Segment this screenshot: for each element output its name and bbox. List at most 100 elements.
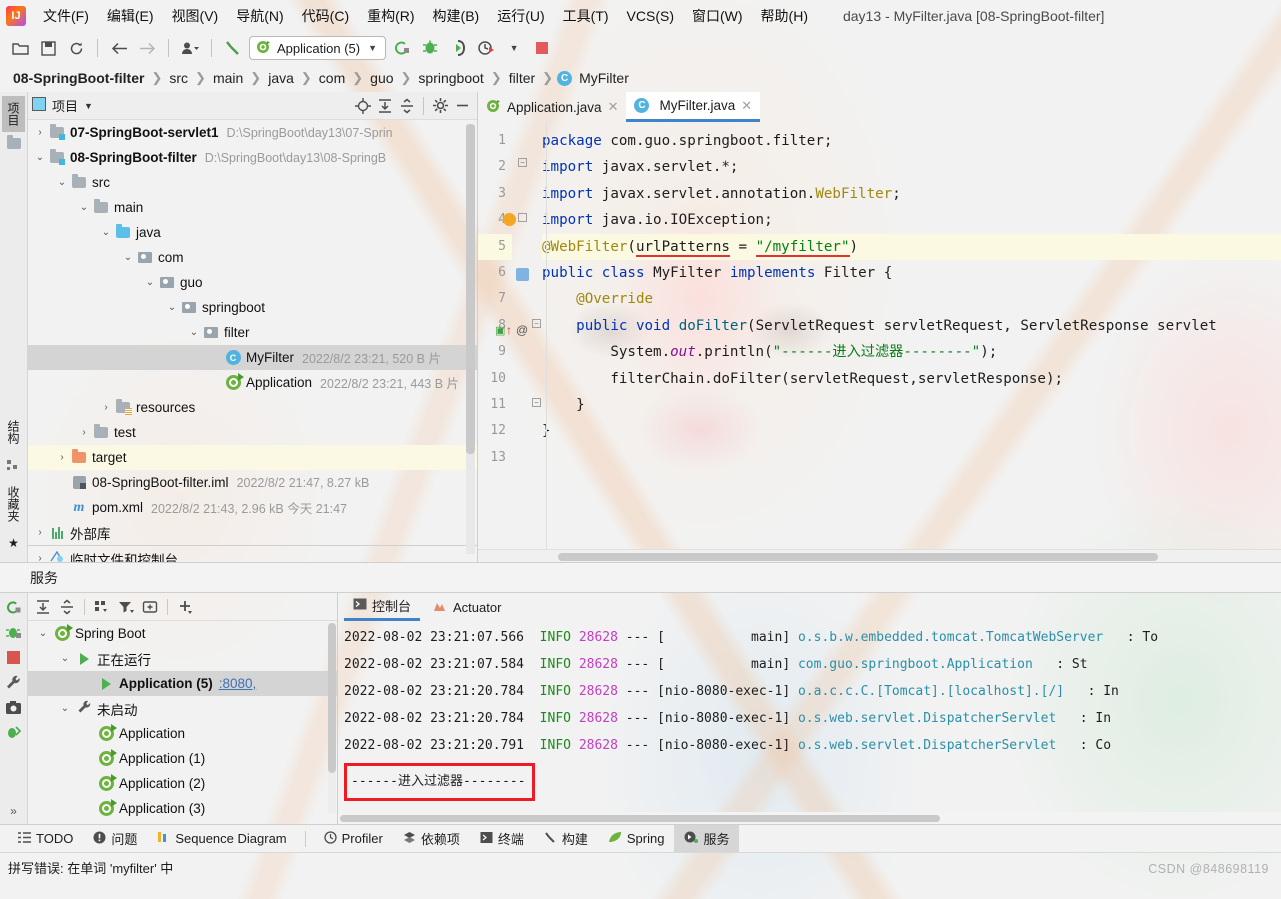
project-tree-row[interactable]: C MyFilter 2022/8/2 23:21, 520 B 片 bbox=[28, 345, 477, 370]
code-line[interactable]: import javax.servlet.*; bbox=[542, 154, 1281, 180]
code-line[interactable]: import java.io.IOException; bbox=[542, 207, 1281, 233]
tool-button-project-folder-icon[interactable] bbox=[4, 132, 24, 155]
tool-window-terminal[interactable]: 终端 bbox=[470, 825, 534, 852]
project-tree-row[interactable]: ⌄ com bbox=[28, 245, 477, 270]
breadcrumb-item-main[interactable]: main bbox=[210, 70, 246, 86]
gutter-marker-slot[interactable] bbox=[512, 260, 542, 286]
project-tree-row[interactable]: › 外部库 bbox=[28, 520, 477, 545]
close-icon[interactable]: ✕ bbox=[741, 98, 752, 114]
locate-icon[interactable] bbox=[352, 95, 374, 117]
tree-expand-arrow-icon[interactable]: › bbox=[76, 427, 92, 438]
code-line[interactable]: import javax.servlet.annotation.WebFilte… bbox=[542, 181, 1281, 207]
code-line[interactable]: filterChain.doFilter(servletRequest,serv… bbox=[542, 366, 1281, 392]
code-fold-icon[interactable]: − bbox=[532, 397, 541, 407]
tree-expand-arrow-icon[interactable]: ⌄ bbox=[98, 227, 114, 238]
code-line[interactable] bbox=[542, 445, 1281, 471]
add-icon[interactable] bbox=[174, 596, 196, 618]
run-icon[interactable] bbox=[390, 36, 414, 60]
menu-item-vcs[interactable]: VCS(S) bbox=[618, 4, 683, 28]
editor-tab-application-java[interactable]: Application.java ✕ bbox=[478, 92, 626, 122]
service-port-link[interactable]: :8080, bbox=[219, 676, 257, 691]
breadcrumb-item-guo[interactable]: guo bbox=[367, 70, 396, 86]
menu-item-run[interactable]: 运行(U) bbox=[488, 2, 553, 30]
more-actions-icon[interactable]: » bbox=[10, 804, 17, 818]
filter-icon[interactable] bbox=[115, 596, 137, 618]
tool-button-favorites[interactable]: 收藏夹 bbox=[2, 480, 25, 528]
breadcrumb-item-project[interactable]: 08-SpringBoot-filter bbox=[10, 70, 147, 86]
services-tree-row[interactable]: Application (2) bbox=[28, 771, 337, 796]
toolbar-dropdown-chevron-icon[interactable]: ▼ bbox=[502, 36, 526, 60]
console-output[interactable]: 2022-08-02 23:21:07.566 INFO 28628 --- [… bbox=[338, 621, 1281, 812]
camera-icon[interactable] bbox=[4, 697, 24, 717]
project-tree-row[interactable]: › 07-SpringBoot-servlet1 D:\SpringBoot\day… bbox=[28, 120, 477, 145]
project-tree-scrollbar[interactable] bbox=[466, 124, 475, 554]
console-tab-actuator[interactable]: Actuator bbox=[424, 593, 510, 621]
gutter-marker-slot[interactable]: − bbox=[512, 154, 542, 180]
code-fold-icon[interactable] bbox=[518, 213, 527, 223]
code-line[interactable]: @Override bbox=[542, 286, 1281, 312]
services-tree[interactable]: ⌄ Spring Boot ⌄ 正在运行 Application (5):8080, ⌄ 未… bbox=[28, 621, 337, 824]
editor-horizontal-scrollbar[interactable] bbox=[478, 549, 1281, 562]
code-fold-icon[interactable]: − bbox=[518, 158, 527, 168]
menu-item-window[interactable]: 窗口(W) bbox=[683, 2, 752, 30]
code-line[interactable]: @WebFilter(urlPatterns = "/myfilter") bbox=[542, 233, 1281, 260]
services-tree-row[interactable]: ⌄ 未启动 bbox=[28, 696, 337, 721]
tree-expand-arrow-icon[interactable]: ⌄ bbox=[164, 302, 180, 313]
rerun-icon[interactable] bbox=[4, 597, 24, 617]
tree-expand-arrow-icon[interactable]: ⌄ bbox=[142, 277, 158, 288]
breadcrumb-item-com[interactable]: com bbox=[316, 70, 348, 86]
code-line[interactable]: public class MyFilter implements Filter … bbox=[542, 260, 1281, 286]
gutter-marker-slot[interactable] bbox=[512, 286, 542, 312]
services-tree-row[interactable]: ⌄ 正在运行 bbox=[28, 646, 337, 671]
tree-expand-arrow-icon[interactable]: ⌄ bbox=[56, 703, 74, 714]
project-tree-row[interactable]: ⌄ 08-SpringBoot-filter D:\SpringBoot\day13… bbox=[28, 145, 477, 170]
gutter-marker-slot[interactable] bbox=[512, 128, 542, 154]
services-tree-row[interactable]: ⌄ Spring Boot bbox=[28, 621, 337, 646]
tree-expand-arrow-icon[interactable]: ⌄ bbox=[76, 202, 92, 213]
tree-expand-arrow-icon[interactable]: › bbox=[32, 127, 48, 138]
tree-expand-arrow-icon[interactable]: ⌄ bbox=[32, 152, 48, 163]
project-tree-row[interactable]: m pom.xml 2022/8/2 21:43, 2.96 kB 今天 21:47 bbox=[28, 495, 477, 520]
menu-item-refactor[interactable]: 重构(R) bbox=[358, 2, 423, 30]
star-icon[interactable]: ★ bbox=[4, 530, 24, 556]
tree-expand-arrow-icon[interactable]: › bbox=[32, 527, 48, 538]
open-folder-icon[interactable] bbox=[8, 36, 32, 60]
gutter-marker-slot[interactable]: ▣ ↑ @ − bbox=[495, 313, 542, 339]
code-line[interactable]: System.out.println("------进入过滤器--------"… bbox=[542, 339, 1281, 365]
project-tree-row[interactable]: ⌄ src bbox=[28, 170, 477, 195]
menu-item-code[interactable]: 代码(C) bbox=[293, 2, 358, 30]
chevron-down-icon[interactable]: ▼ bbox=[84, 101, 93, 111]
menu-item-file[interactable]: 文件(F) bbox=[34, 2, 98, 30]
breadcrumb-item-filter[interactable]: filter bbox=[506, 70, 538, 86]
collapse-all-icon[interactable] bbox=[56, 596, 78, 618]
settings-wrench-icon[interactable] bbox=[4, 672, 24, 692]
project-tree-row[interactable]: › 临时文件和控制台 bbox=[28, 546, 477, 562]
tree-expand-arrow-icon[interactable]: ⌄ bbox=[34, 628, 52, 639]
chevron-down-icon[interactable]: ▼ bbox=[368, 43, 377, 53]
project-tree-row[interactable]: › test bbox=[28, 420, 477, 445]
editor-tab-myfilter-java[interactable]: C MyFilter.java ✕ bbox=[626, 92, 761, 122]
expand-all-icon[interactable] bbox=[32, 596, 54, 618]
code-line[interactable]: public void doFilter(ServletRequest serv… bbox=[542, 313, 1281, 339]
tree-expand-arrow-icon[interactable]: ⌄ bbox=[56, 653, 74, 664]
project-tree-row[interactable]: 08-SpringBoot-filter.iml 2022/8/2 21:47, … bbox=[28, 470, 477, 495]
structure-icon[interactable] bbox=[4, 452, 24, 478]
gutter-marker-slot[interactable] bbox=[512, 366, 542, 392]
services-tree-row[interactable]: Application (3) bbox=[28, 796, 337, 821]
tool-window-profiler[interactable]: Profiler bbox=[314, 827, 393, 851]
scrollbar-thumb[interactable] bbox=[558, 553, 1158, 561]
profiler-icon[interactable] bbox=[474, 36, 498, 60]
run-gutter-icon[interactable]: ▣ bbox=[495, 318, 505, 344]
code-text[interactable]: package com.guo.springboot.filter; import… bbox=[542, 122, 1281, 549]
tool-button-project[interactable]: 项目 bbox=[2, 96, 25, 132]
tree-expand-arrow-icon[interactable]: › bbox=[32, 553, 48, 562]
gutter-marker-slot[interactable] bbox=[512, 234, 542, 260]
tree-expand-arrow-icon[interactable]: ⌄ bbox=[120, 252, 136, 263]
stop-icon[interactable] bbox=[4, 647, 24, 667]
add-tab-icon[interactable] bbox=[139, 596, 161, 618]
menu-item-navigate[interactable]: 导航(N) bbox=[227, 2, 292, 30]
project-tree-row[interactable]: Application 2022/8/2 23:21, 443 B 片 bbox=[28, 370, 477, 395]
group-icon[interactable] bbox=[91, 596, 113, 618]
tool-button-structure[interactable]: 结构 bbox=[2, 414, 25, 450]
collapse-all-icon[interactable] bbox=[396, 95, 418, 117]
